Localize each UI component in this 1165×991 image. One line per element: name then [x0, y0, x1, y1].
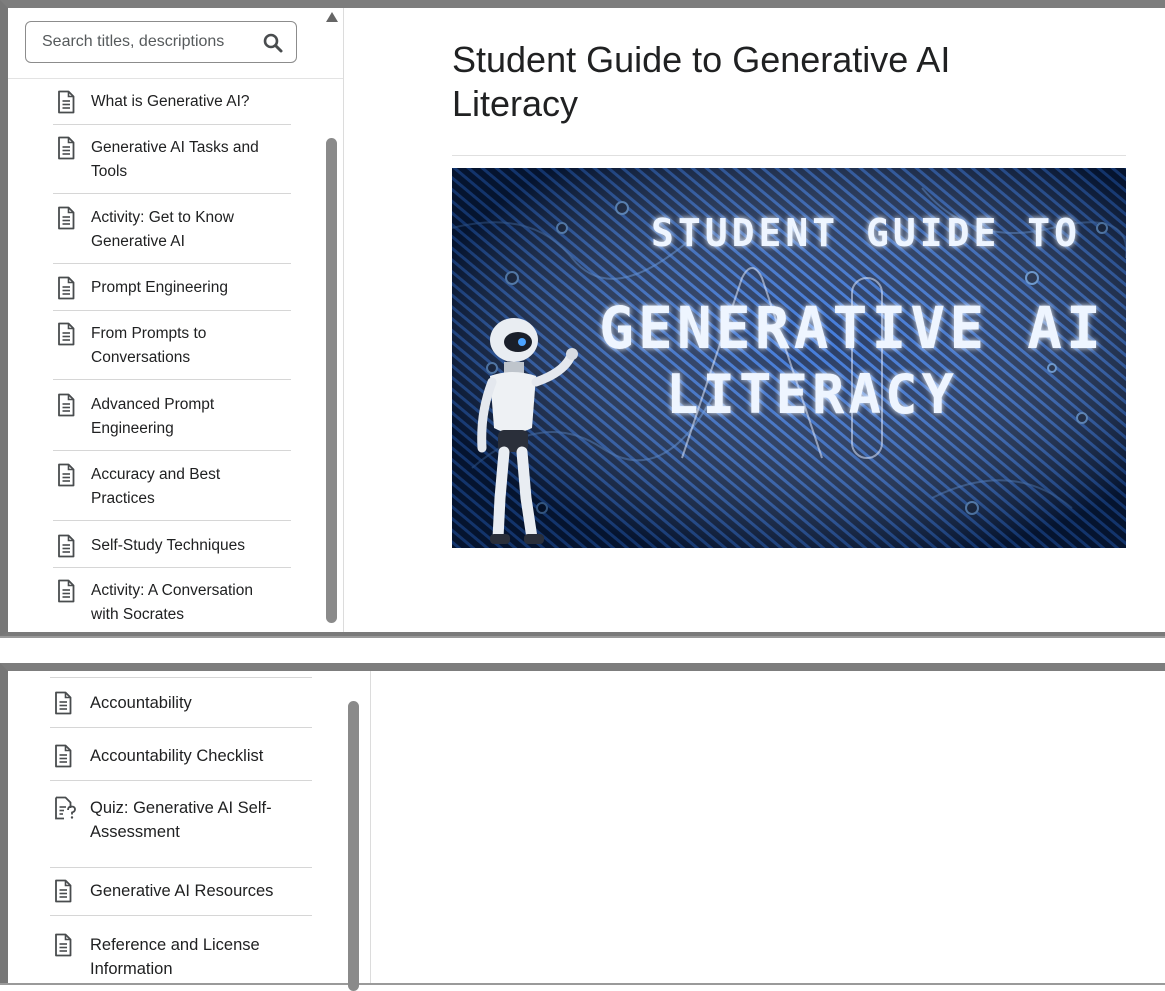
toc-item-label: What is Generative AI? — [91, 93, 250, 110]
search-input[interactable] — [40, 32, 254, 52]
toc-item-accuracy[interactable]: Accuracy and Best Practices — [53, 463, 291, 521]
document-icon — [58, 322, 75, 346]
toc-item-activity-socrates[interactable]: Activity: A Conversation with Socrates — [53, 579, 291, 639]
table-of-contents-sidebar-bottom: Accountability Accountability Checklist … — [8, 671, 371, 991]
document-icon — [55, 744, 72, 768]
toc-item-generative-ai-tasks[interactable]: Generative AI Tasks and Tools — [53, 136, 291, 194]
banner-line-3: LITERACY — [666, 363, 958, 426]
scrollbar-thumb[interactable] — [326, 138, 337, 623]
page-title: Student Guide to Generative AI Literacy — [452, 39, 951, 124]
toc-item-accountability-checklist[interactable]: Accountability Checklist — [50, 744, 312, 781]
toc-item-label: Quiz: Generative AI Self-Assessment — [90, 799, 272, 841]
toc-item-label: Accountability — [90, 694, 192, 712]
toc-item-self-study[interactable]: Self-Study Techniques — [53, 534, 291, 568]
document-icon — [58, 393, 75, 417]
circuit-board-illustration: STUDENT GUIDE TO GENERATIVE AI LITERACY — [452, 168, 1126, 548]
document-icon — [55, 933, 72, 957]
toc-item-label: Activity: A Conversation with Socrates — [91, 582, 253, 623]
document-icon — [58, 463, 75, 487]
toc-item-generative-ai-resources[interactable]: Generative AI Resources — [50, 879, 312, 916]
toc-item-label: Advanced Prompt Engineering — [91, 396, 215, 437]
divider — [8, 78, 343, 79]
toc-item-what-is-generative-ai[interactable]: What is Generative AI? — [53, 90, 291, 125]
document-icon — [58, 90, 75, 114]
toc-item-label: Activity: Get to Know Generative AI — [91, 209, 234, 250]
toc-item-label: Accountability Checklist — [90, 747, 264, 765]
scrollbar-thumb[interactable] — [348, 701, 359, 991]
quiz-icon — [55, 796, 76, 820]
toc-item-label: Accuracy and Best Practices — [91, 466, 221, 507]
table-of-contents-sidebar: What is Generative AI? Generative AI Tas… — [8, 8, 344, 632]
document-icon — [55, 691, 72, 715]
document-icon — [58, 579, 75, 603]
search-box[interactable] — [25, 21, 297, 63]
content-window-bottom: Accountability Accountability Checklist … — [0, 663, 1165, 991]
divider — [50, 677, 312, 678]
document-icon — [58, 206, 75, 230]
title-divider — [452, 155, 1126, 156]
document-icon — [58, 534, 75, 558]
toc-item-label: Prompt Engineering — [91, 279, 228, 296]
toc-item-advanced-prompt[interactable]: Advanced Prompt Engineering — [53, 393, 291, 451]
toc-item-label: Reference and License Information — [90, 936, 260, 978]
toc-item-label: Generative AI Tasks and Tools — [91, 139, 259, 180]
toc-item-prompt-engineering[interactable]: Prompt Engineering — [53, 276, 291, 311]
toc-item-label: From Prompts to Conversations — [91, 325, 207, 366]
toc-item-label: Self-Study Techniques — [91, 537, 245, 554]
banner-image: STUDENT GUIDE TO GENERATIVE AI LITERACY — [452, 168, 1126, 548]
toc-item-quiz[interactable]: Quiz: Generative AI Self-Assessment — [50, 796, 312, 868]
document-icon — [55, 879, 72, 903]
banner-line-1: STUDENT GUIDE TO — [651, 211, 1081, 255]
toc-item-accountability[interactable]: Accountability — [50, 691, 312, 728]
scroll-up-arrow[interactable] — [326, 12, 338, 22]
document-icon — [58, 136, 75, 160]
content-window-top: What is Generative AI? Generative AI Tas… — [0, 0, 1165, 636]
document-icon — [58, 276, 75, 300]
toc-item-activity-get-to-know[interactable]: Activity: Get to Know Generative AI — [53, 206, 291, 264]
toc-item-from-prompts[interactable]: From Prompts to Conversations — [53, 322, 291, 380]
banner-line-2: GENERATIVE AI — [599, 294, 1105, 362]
toc-item-reference-license[interactable]: Reference and License Information — [50, 933, 312, 991]
toc-item-label: Generative AI Resources — [90, 882, 274, 900]
search-icon[interactable] — [262, 32, 284, 54]
